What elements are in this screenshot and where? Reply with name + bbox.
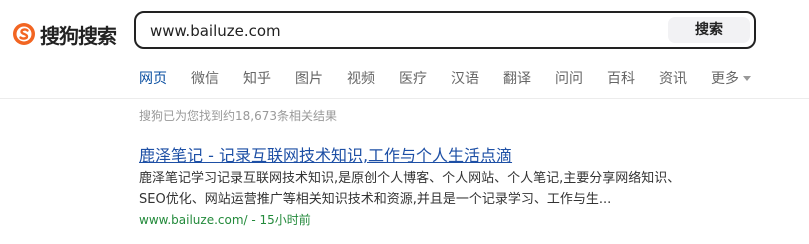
search-tabs: 网页 微信 知乎 图片 视频 医疗 汉语 翻译 问问 百科 资讯 更多 [139,68,763,88]
search-input[interactable]: www.bailuze.com [150,22,281,40]
search-box[interactable]: www.bailuze.com 搜索 [134,11,756,49]
chevron-down-icon [743,75,751,81]
tab-chinese[interactable]: 汉语 [451,68,503,88]
tab-wenwen[interactable]: 问问 [555,68,607,88]
search-button[interactable]: 搜索 [668,17,750,43]
tab-video[interactable]: 视频 [347,68,399,88]
tab-news[interactable]: 资讯 [659,68,711,88]
tab-zhihu[interactable]: 知乎 [243,68,295,88]
tab-translate[interactable]: 翻译 [503,68,555,88]
tab-web[interactable]: 网页 [139,68,191,88]
tab-more[interactable]: 更多 [711,68,763,88]
result-count: 搜狗已为您找到约18,673条相关结果 [139,109,337,123]
result-snippet: 鹿泽笔记学习记录互联网技术知识,是原创个人博客、个人网站、个人笔记,主要分享网络… [139,171,681,207]
tab-wechat[interactable]: 微信 [191,68,243,88]
tab-images[interactable]: 图片 [295,68,347,88]
result-url[interactable]: www.bailuze.com/ - 15小时前 [139,211,311,228]
tab-baike[interactable]: 百科 [607,68,659,88]
tab-medical[interactable]: 医疗 [399,68,451,88]
sogou-logo[interactable]: 搜狗搜索 [12,20,117,48]
tab-more-label: 更多 [711,71,739,87]
result-title-link[interactable]: 鹿泽笔记 - 记录互联网技术知识,工作与个人生活点滴 [139,142,512,166]
divider [0,98,809,99]
sogou-logo-icon [13,23,35,45]
logo-text: 搜狗搜索 [40,23,117,48]
